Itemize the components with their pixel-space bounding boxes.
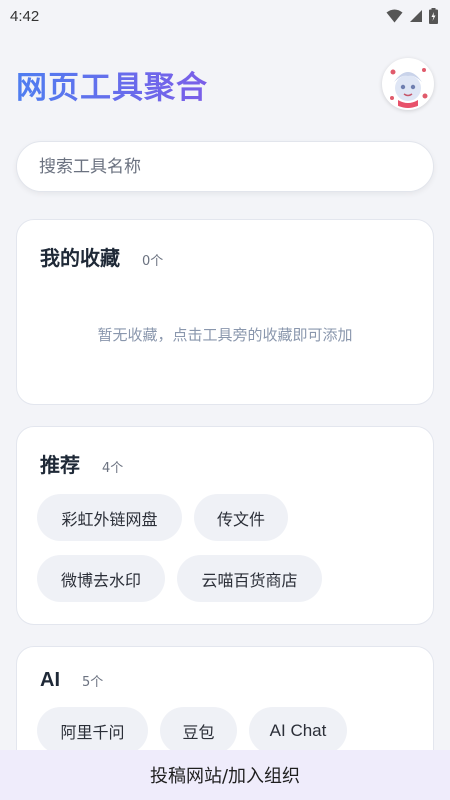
recommended-count: 4个 <box>102 461 124 476</box>
avatar-image <box>384 60 432 108</box>
status-time: 4:42 <box>10 7 40 25</box>
tool-chip[interactable]: AI Chat <box>249 707 347 754</box>
submit-site-label: 投稿网站/加入组织 <box>149 766 301 787</box>
favorites-empty-text: 暂无收藏，点击工具旁的收藏即可添加 <box>97 326 353 344</box>
ai-count: 5个 <box>82 675 104 690</box>
tool-chip[interactable]: 云喵百货商店 <box>177 555 322 602</box>
ai-title: AI <box>40 669 60 691</box>
search-bar[interactable] <box>16 141 434 192</box>
tool-chip[interactable]: 传文件 <box>194 494 288 541</box>
status-icons <box>386 8 438 24</box>
submit-site-button[interactable]: 投稿网站/加入组织 <box>0 750 450 800</box>
favorites-title: 我的收藏 <box>40 246 120 270</box>
signal-icon <box>410 10 422 22</box>
recommended-card: 推荐 4个 彩虹外链网盘 传文件 微博去水印 云喵百货商店 <box>16 426 434 625</box>
tool-chip[interactable]: 微博去水印 <box>37 555 165 602</box>
recommended-title: 推荐 <box>40 453 80 477</box>
battery-icon <box>429 8 438 24</box>
tool-chip[interactable]: 阿里千问 <box>37 707 148 754</box>
favorites-header: 我的收藏 0个 <box>17 220 433 271</box>
recommended-header: 推荐 4个 <box>17 427 433 478</box>
tool-chip[interactable]: 豆包 <box>160 707 237 754</box>
search-input[interactable] <box>39 156 411 177</box>
favorites-count: 0个 <box>142 254 164 269</box>
tool-chip[interactable]: 彩虹外链网盘 <box>37 494 182 541</box>
status-bar: 4:42 <box>0 0 450 32</box>
favorites-card: 我的收藏 0个 暂无收藏，点击工具旁的收藏即可添加 <box>16 219 434 405</box>
ai-header: AI 5个 <box>17 647 433 692</box>
wifi-icon <box>386 9 403 23</box>
app-title: 网页工具聚合 <box>16 62 208 107</box>
avatar[interactable] <box>382 58 434 110</box>
header: 网页工具聚合 <box>16 56 434 112</box>
